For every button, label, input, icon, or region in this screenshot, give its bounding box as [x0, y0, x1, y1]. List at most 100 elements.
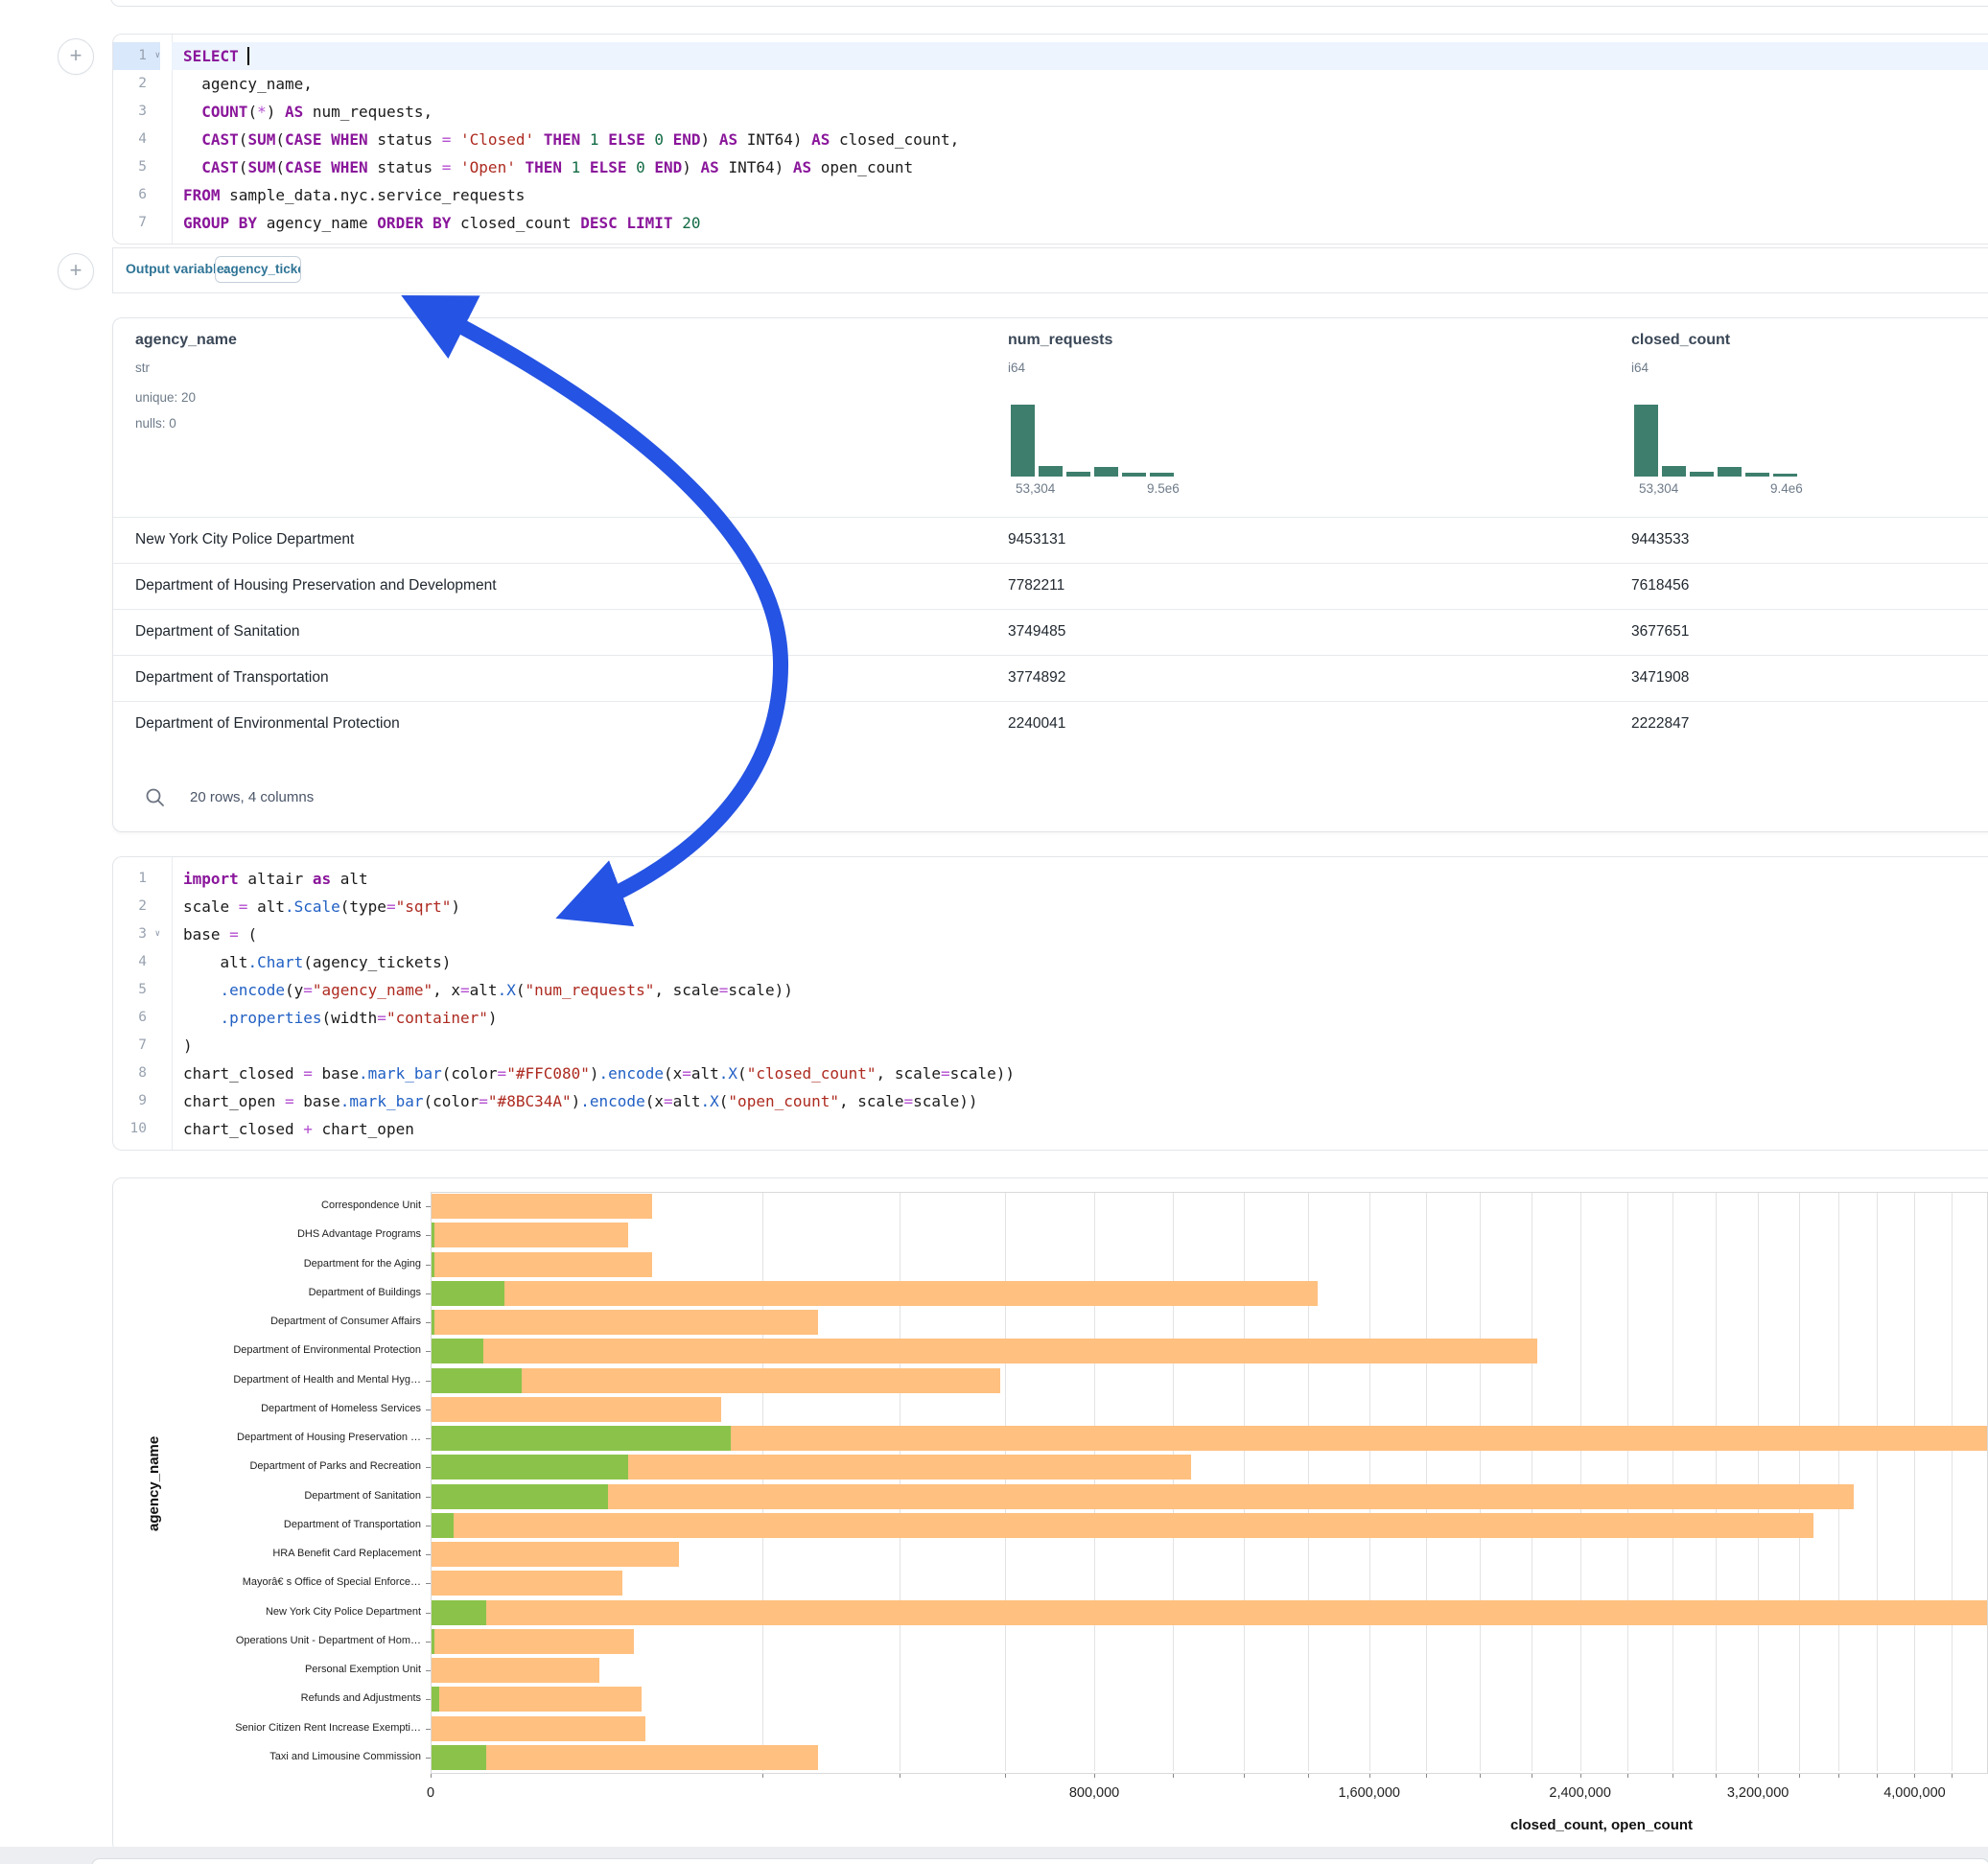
line-number: 1	[113, 865, 160, 893]
python-code-editor[interactable]: 1 import altair as alt2scale = alt.Scale(…	[112, 856, 1988, 1151]
python-line-9[interactable]: 9chart_open = base.mark_bar(color="#8BC3…	[113, 1087, 1988, 1115]
table-footer: 20 rows, 4 columns	[113, 780, 880, 818]
python-line-6[interactable]: 6 .properties(width="container")	[113, 1004, 1988, 1032]
previous-cell-edge	[110, 0, 1988, 7]
sql-line-4[interactable]: 4 CAST(SUM(CASE WHEN status = 'Closed' T…	[113, 126, 1988, 153]
code-text: scale = alt.Scale(type="sqrt")	[172, 893, 1988, 920]
code-text: alt.Chart(agency_tickets)	[172, 948, 1988, 976]
code-text: .properties(width="container")	[172, 1004, 1988, 1032]
table-cell: 9453131	[1008, 531, 1065, 548]
sql-line-7[interactable]: 7GROUP BY agency_name ORDER BY closed_co…	[113, 209, 1988, 237]
code-text: chart_closed + chart_open	[172, 1115, 1988, 1143]
code-text: import altair as alt	[172, 865, 1988, 893]
next-cell-edge	[91, 1858, 1988, 1864]
text-cursor	[247, 47, 249, 65]
python-line-2[interactable]: 2scale = alt.Scale(type="sqrt")	[113, 893, 1988, 920]
fold-chevron-down-icon[interactable]: ∨	[147, 42, 160, 70]
histogram-bar	[1689, 471, 1715, 478]
column-type-num-requests: i64	[1008, 361, 1025, 375]
altair-chart-card	[112, 1177, 1988, 1852]
sql-line-6[interactable]: 6 FROM sample_data.nyc.service_requests	[113, 181, 1988, 209]
search-icon[interactable]	[145, 787, 166, 808]
table-cell: 2240041	[1008, 715, 1065, 733]
column-header-num-requests: num_requests	[1008, 332, 1112, 349]
table-cell: 7618456	[1631, 577, 1689, 594]
closed-count-hist-min: 53,304	[1639, 481, 1678, 496]
table-cell: Department of Housing Preservation and D…	[135, 577, 497, 594]
line-number: 5	[113, 153, 160, 181]
python-line-5[interactable]: 5 .encode(y="agency_name", x=alt.X("num_…	[113, 976, 1988, 1004]
closed-count-histogram	[1633, 404, 1798, 478]
histogram-bar	[1065, 471, 1091, 478]
histogram-bar	[1149, 472, 1175, 478]
code-text: agency_name,	[172, 70, 1988, 98]
line-number: 4	[113, 126, 160, 153]
code-text: COUNT(*) AS num_requests,	[172, 98, 1988, 126]
line-number: 3∨	[113, 920, 160, 948]
output-variable-row: Output variable: agency_tickets	[112, 247, 1988, 293]
histogram-bar	[1093, 466, 1119, 478]
output-variable-chip[interactable]: agency_tickets	[215, 256, 301, 283]
num-requests-histogram	[1010, 404, 1175, 478]
line-number: 6	[113, 181, 160, 209]
code-text: GROUP BY agency_name ORDER BY closed_cou…	[172, 209, 1988, 237]
sql-line-5[interactable]: 5 CAST(SUM(CASE WHEN status = 'Open' THE…	[113, 153, 1988, 181]
histogram-bar	[1633, 404, 1659, 478]
table-row: Department of Transportation 3774892 34719…	[113, 655, 1988, 702]
table-cell: 7782211	[1008, 577, 1064, 594]
fold-chevron-down-icon[interactable]: ∨	[147, 920, 160, 948]
table-row: New York City Police Department 9453131 94…	[113, 517, 1988, 564]
code-text: chart_closed = base.mark_bar(color="#FFC…	[172, 1060, 1988, 1087]
line-number: 1∨	[113, 42, 160, 70]
column-header-closed-count: closed_count	[1631, 332, 1730, 349]
table-cell: 3774892	[1008, 669, 1065, 687]
table-cell: 9443533	[1631, 531, 1689, 548]
python-line-10[interactable]: 10 chart_closed + chart_open	[113, 1115, 1988, 1143]
line-number: 6	[113, 1004, 160, 1032]
code-text: .encode(y="agency_name", x=alt.X("num_re…	[172, 976, 1988, 1004]
output-variable-label: Output variable:	[126, 261, 228, 276]
table-cell: 3471908	[1631, 669, 1689, 687]
add-cell-button-top[interactable]: +	[58, 38, 94, 75]
table-cell: New York City Police Department	[135, 531, 354, 548]
python-line-7[interactable]: 7)	[113, 1032, 1988, 1060]
query-result-table: agency_name str unique: 20 nulls: 0 num_…	[112, 317, 1988, 832]
histogram-bar	[1772, 473, 1798, 478]
table-cell: Department of Sanitation	[135, 623, 299, 641]
python-line-8[interactable]: 8 chart_closed = base.mark_bar(color="#FF…	[113, 1060, 1988, 1087]
table-cell: Department of Transportation	[135, 669, 329, 687]
column-meta-nulls: nulls: 0	[135, 416, 176, 431]
python-line-4[interactable]: 4 alt.Chart(agency_tickets)	[113, 948, 1988, 976]
histogram-bar	[1010, 404, 1036, 478]
histogram-bar	[1038, 465, 1064, 478]
table-cell: 3749485	[1008, 623, 1065, 641]
column-header-agency-name: agency_name	[135, 332, 237, 349]
column-meta-unique: unique: 20	[135, 390, 196, 405]
code-text: CAST(SUM(CASE WHEN status = 'Open' THEN …	[172, 153, 1988, 181]
table-row-count: 20 rows, 4 columns	[190, 789, 314, 805]
histogram-bar	[1121, 472, 1147, 478]
python-line-1[interactable]: 1 import altair as alt	[113, 865, 1988, 893]
table-row: Department of Housing Preservation and D…	[113, 563, 1988, 610]
add-cell-button-output[interactable]: +	[58, 253, 94, 290]
column-type-agency-name: str	[135, 361, 150, 375]
histogram-bar	[1717, 466, 1742, 478]
sql-line-3[interactable]: 3 COUNT(*) AS num_requests,	[113, 98, 1988, 126]
table-row: Department of Environmental Protection 22…	[113, 701, 1988, 748]
line-number: 5	[113, 976, 160, 1004]
code-text: FROM sample_data.nyc.service_requests	[172, 181, 1988, 209]
closed-count-hist-max: 9.4e6	[1770, 481, 1803, 496]
line-number: 8	[113, 1060, 160, 1087]
sql-code-editor[interactable]: 1∨SELECT 2 agency_name,3 COUNT(*) AS num…	[112, 34, 1988, 245]
code-text: base = (	[172, 920, 1988, 948]
line-number: 3	[113, 98, 160, 126]
table-cell: 3677651	[1631, 623, 1689, 641]
line-number: 7	[113, 1032, 160, 1060]
sql-line-1[interactable]: 1∨SELECT	[113, 42, 1988, 70]
histogram-bar	[1744, 472, 1770, 478]
python-line-3[interactable]: 3∨ base = (	[113, 920, 1988, 948]
table-cell: Department of Environmental Protection	[135, 715, 400, 733]
line-number: 10	[113, 1115, 160, 1143]
sql-line-2[interactable]: 2 agency_name,	[113, 70, 1988, 98]
table-cell: 2222847	[1631, 715, 1689, 733]
